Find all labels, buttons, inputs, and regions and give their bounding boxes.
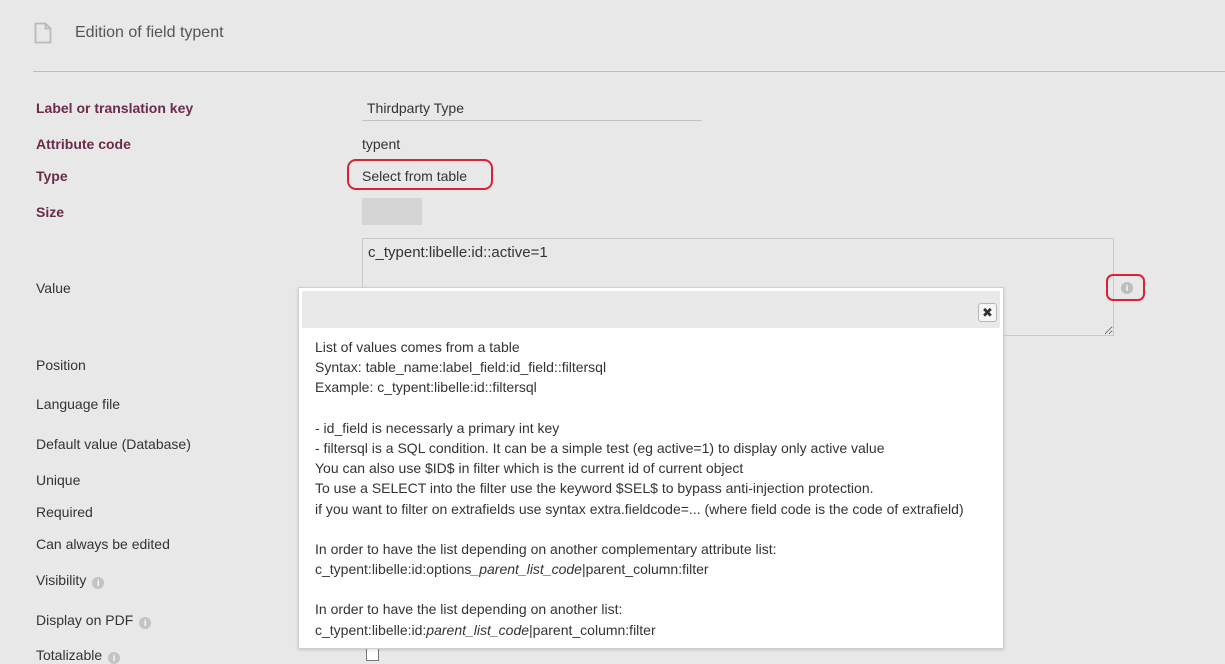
language-file-label: Language file <box>36 396 121 412</box>
visibility-row: Visibility i <box>36 572 105 589</box>
info-icon[interactable]: i <box>1121 282 1133 294</box>
unique-label: Unique <box>36 472 81 488</box>
display-on-pdf-row: Display on PDF i <box>36 612 152 629</box>
help-line: You can also use $ID$ in filter which is… <box>315 460 744 477</box>
help-line <box>315 519 993 539</box>
label-key-input[interactable] <box>362 96 702 121</box>
totalizable-row: Totalizable i <box>36 647 121 664</box>
value-label: Value <box>36 280 71 296</box>
help-text: c_typent:libelle:id: <box>315 621 427 638</box>
help-dialog: ✖ List of values comes from a table Synt… <box>298 287 1004 649</box>
info-icon[interactable]: i <box>92 577 105 589</box>
document-icon <box>34 22 52 44</box>
help-line: - filtersql is a SQL condition. It can b… <box>315 439 885 456</box>
help-line-parent: c_typent:libelle:id:parent_list_code|par… <box>315 620 993 640</box>
totalizable-label: Totalizable <box>36 647 103 663</box>
label-key-label: Label or translation key <box>36 100 194 116</box>
attribute-code-label: Attribute code <box>36 136 131 152</box>
help-line: In order to have the list depending on a… <box>315 540 777 557</box>
help-text-italic: _parent_list_code <box>471 561 582 578</box>
type-label: Type <box>36 168 68 184</box>
dialog-header: ✖ <box>302 291 1000 328</box>
close-button[interactable]: ✖ <box>978 303 997 322</box>
always-editable-label: Can always be edited <box>36 536 170 552</box>
size-input[interactable] <box>362 198 422 225</box>
help-text: c_typent:libelle:id:options <box>315 561 472 578</box>
close-icon: ✖ <box>982 305 993 320</box>
help-line-options: c_typent:libelle:id:options_parent_list_… <box>315 559 993 579</box>
help-text-italic: parent_list_code <box>426 621 530 638</box>
help-line: Syntax: table_name:label_field:id_field:… <box>315 359 607 376</box>
size-label: Size <box>36 204 65 220</box>
help-line: - id_field is necessarly a primary int k… <box>315 419 560 436</box>
default-value-label: Default value (Database) <box>36 436 191 452</box>
help-line: In order to have the list depending on a… <box>315 601 623 618</box>
help-line: Example: c_typent:libelle:id::filtersql <box>315 379 537 396</box>
display-on-pdf-label: Display on PDF <box>36 612 134 628</box>
help-line: List of values comes from a table <box>315 339 520 355</box>
help-line <box>315 579 993 599</box>
help-line <box>315 398 993 418</box>
dialog-body: List of values comes from a table Syntax… <box>315 337 993 640</box>
attribute-code-value: typent <box>362 136 401 152</box>
help-line: To use a SELECT into the filter use the … <box>315 480 874 497</box>
help-line: if you want to filter on extrafields use… <box>315 500 964 517</box>
type-highlight <box>347 159 493 190</box>
required-label: Required <box>36 504 93 520</box>
title-divider <box>33 71 1225 72</box>
help-text: |parent_column:filter <box>529 621 656 638</box>
page-title: Edition of field typent <box>75 24 224 41</box>
position-label: Position <box>36 357 86 373</box>
help-text: |parent_column:filter <box>581 561 709 578</box>
visibility-label: Visibility <box>36 572 87 588</box>
info-icon[interactable]: i <box>108 652 121 664</box>
info-icon[interactable]: i <box>139 617 152 629</box>
